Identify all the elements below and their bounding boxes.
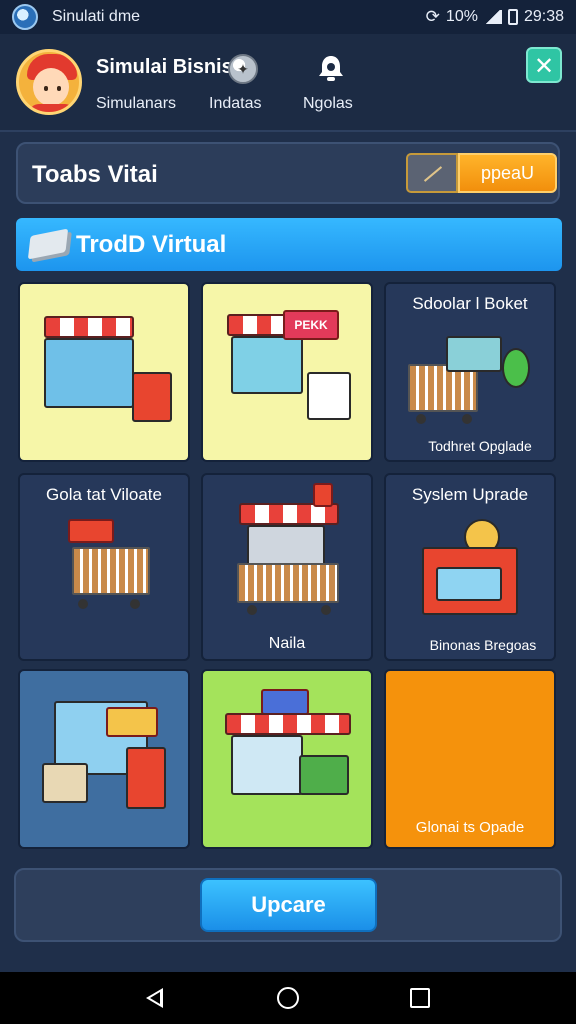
wheel	[462, 414, 472, 424]
tag-icon	[313, 483, 333, 507]
close-icon: ✕	[533, 53, 555, 80]
section-title: TrodD Virtual	[76, 231, 227, 258]
status-title: Sinulati dme	[52, 8, 141, 25]
app-name: Simulai Bisnis	[96, 56, 233, 78]
nav-modules[interactable]: Ngolas	[303, 95, 353, 113]
back-icon[interactable]	[146, 988, 163, 1008]
tools-bar: Toabs Vitai ppeaU	[16, 142, 560, 204]
recents-icon[interactable]	[410, 988, 430, 1008]
nav-indexes[interactable]: Indatas	[209, 95, 261, 113]
tile-system-upgrade[interactable]: Syslem Uprade Binonas Bregoas	[384, 473, 556, 661]
section-banner[interactable]: TrodD Virtual	[16, 218, 562, 271]
shop-illustration	[231, 336, 303, 394]
tile-title: Sdoolar l Boket	[412, 294, 528, 313]
battery-icon	[507, 9, 518, 25]
vending-machine-illustration	[132, 372, 172, 422]
tile-subtitle: Glonai ts Opade	[415, 819, 525, 836]
tile-market-stall[interactable]: Naila	[201, 473, 373, 661]
crate-illustration	[307, 372, 351, 420]
status-time: 29:38	[523, 8, 564, 25]
plant-illustration	[502, 348, 530, 388]
wheel	[247, 605, 257, 615]
avatar-eye	[57, 86, 61, 91]
shop-sign	[261, 689, 309, 715]
close-button[interactable]: ✕	[526, 47, 562, 83]
battery-percent: 10%	[445, 8, 478, 25]
pencil-icon	[423, 166, 443, 182]
status-bar: Sinulati dme ⟳ 10% 29:38	[0, 0, 576, 34]
cart-illustration	[72, 547, 150, 595]
avatar-face	[33, 68, 69, 106]
tile-subtitle: Binonas Bregoas	[429, 637, 537, 653]
tile-global-upgrade[interactable]: Glonai ts Opade	[384, 669, 556, 849]
tile-gold-trolley[interactable]: Gola tat Viloate	[18, 473, 190, 661]
shop-illustration	[231, 735, 303, 795]
tile-shop-front[interactable]: PEKK	[201, 282, 373, 462]
kiosk-sign	[106, 707, 158, 737]
awning-illustration	[44, 316, 134, 338]
basket-illustration	[446, 336, 502, 372]
bell-icon[interactable]	[317, 54, 345, 82]
tile-scholar-basket[interactable]: Sdoolar l Boket Todhret Opglade	[384, 282, 556, 462]
coin-icon: ✦	[228, 54, 258, 84]
wheel	[321, 605, 331, 615]
avatar-body	[29, 104, 75, 112]
tools-toggle[interactable]	[406, 153, 458, 193]
tile-corner-shop[interactable]	[201, 669, 373, 849]
vending-machine-illustration	[126, 747, 166, 809]
shop-sign: PEKK	[283, 310, 339, 340]
avatar-eye	[44, 86, 48, 91]
system-nav-bar	[0, 972, 576, 1024]
avatar[interactable]	[16, 49, 82, 115]
freezer-illustration	[44, 338, 134, 408]
nav-simulations[interactable]: Simulanars	[96, 95, 176, 113]
crate-illustration	[299, 755, 349, 795]
cart-sign	[68, 519, 114, 543]
tile-title: Syslem Uprade	[411, 485, 529, 504]
tools-title: Toabs Vitai	[32, 161, 158, 188]
wheel	[416, 414, 426, 424]
tile-subtitle: Todhret Opglade	[428, 438, 532, 454]
status-indicators: ⟳ 10% 29:38	[426, 7, 564, 27]
ticket-icon	[27, 228, 69, 260]
window-illustration	[436, 567, 502, 601]
sync-icon: ⟳	[425, 7, 440, 26]
signal-icon	[483, 10, 502, 24]
cart-illustration	[237, 563, 339, 603]
wheel	[130, 599, 140, 609]
awning-illustration	[225, 713, 351, 735]
tile-kiosk[interactable]	[18, 669, 190, 849]
app-header: Simulai Bisnis ✦ Simulanars Indatas Ngol…	[0, 34, 576, 132]
update-button[interactable]: Upcare	[200, 878, 377, 932]
upgrade-button[interactable]: ppeaU	[458, 153, 557, 193]
tile-title: Gola tat Viloate	[46, 485, 162, 504]
tile-subtitle: Naila	[268, 635, 306, 652]
wheel	[78, 599, 88, 609]
home-icon[interactable]	[277, 987, 299, 1009]
tile-store-freezer[interactable]	[18, 282, 190, 462]
crate-illustration	[42, 763, 88, 803]
app-icon	[12, 4, 38, 30]
